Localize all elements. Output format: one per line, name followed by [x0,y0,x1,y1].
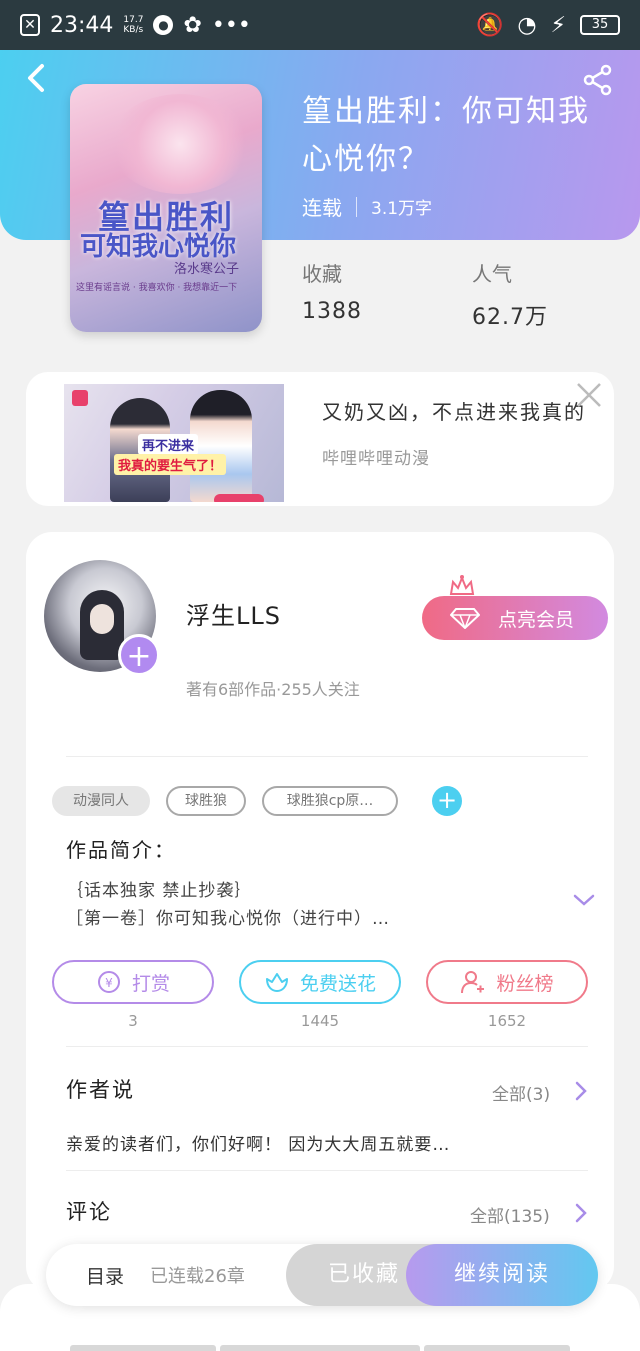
light-up-vip-button[interactable]: 点亮会员 [422,596,608,640]
home-indicator [424,1345,570,1351]
expand-chevron-icon[interactable] [572,890,596,910]
tip-count: 3 [128,1012,138,1030]
collect-stat: 收藏 1388 [302,262,362,324]
meta-divider [356,196,357,217]
tag-chip[interactable]: 动漫同人 [52,786,150,816]
cover-author: 洛水寒公子 [174,262,240,277]
intro-label: 作品简介： [66,838,176,862]
add-tag-button[interactable]: + [432,786,462,816]
follow-plus-button[interactable]: + [118,634,160,676]
cover-art [110,94,250,194]
ad-close-icon[interactable] [574,380,604,410]
status-time: 23:44 [50,12,114,38]
ad-image-button [214,494,264,502]
comments-title: 评论 [66,1200,112,1224]
wifi-icon: ◔ [517,12,537,38]
book-title: 篁出胜利：你可知我心悦你？ [302,94,590,177]
book-status: 连载 [302,196,342,220]
flower-icon [264,969,290,995]
svg-text:¥: ¥ [105,976,113,990]
author-say-all-link[interactable]: 全部(3) [492,1080,550,1105]
diamond-icon [449,607,481,631]
app-notify-icon: ● [153,15,174,35]
toc-button[interactable]: 目录 [86,1262,124,1289]
ad-app-logo-icon [72,390,88,406]
battery-icon: 35 [580,15,620,35]
home-indicator [70,1345,216,1351]
tag-chip[interactable]: 球胜狼cp原… [262,786,398,816]
charging-icon: ⚡ [550,12,566,38]
ad-figure [190,390,252,502]
ad-image-text: 我真的要生气了！ [114,454,227,475]
divider [66,1046,588,1047]
intro-line: ｛话本独家 禁止抄袭｝ [66,881,253,901]
book-cover[interactable]: 篁出胜利 可知我心悦你 洛水寒公子 这里有谣言说 · 我喜欢你 · 我想靠近一下 [70,84,262,332]
more-dots-icon: ••• [211,12,251,38]
ad-image-text: 再不进来 [138,434,199,455]
author-say-preview[interactable]: 亲爱的读者们，你们好啊！ 因为大大周五就要… [66,1130,450,1155]
author-info: 著有6部作品·255人关注 [186,680,360,699]
divider [66,1170,588,1171]
book-meta: 连载 3.1万字 [302,192,432,221]
mute-bell-icon: 🔕 [475,12,504,38]
crown-icon [448,574,476,598]
status-bar: ✕ 23:44 17.7 KB/s ● ✿ ••• 🔕 ◔ ⚡ 35 [0,0,640,50]
tip-button[interactable]: ¥ 打赏 [52,960,214,1004]
net-speed: 17.7 KB/s [123,15,144,35]
notification-x-icon: ✕ [20,14,40,36]
ad-source: 哔哩哔哩动漫 [322,449,430,469]
vip-button-label: 点亮会员 [498,608,575,631]
yen-icon: ¥ [96,969,122,995]
word-count: 3.1万字 [371,199,433,219]
popularity-stat: 人气 62.7万 [472,262,548,330]
chevron-right-icon[interactable] [574,1202,588,1224]
fan-rank-button[interactable]: 粉丝榜 [426,960,588,1004]
chevron-right-icon[interactable] [574,1080,588,1102]
chapter-count: 已连载26章 [150,1266,245,1287]
ad-image[interactable]: 再不进来 我真的要生气了！ [64,384,284,502]
ad-headline: 又奶又凶，不点进来我真的 [322,400,586,424]
author-say-title: 作者说 [66,1078,135,1102]
fan-count: 1652 [487,1012,527,1030]
back-arrow-icon[interactable] [22,60,50,96]
send-flower-button[interactable]: 免费送花 [239,960,401,1004]
fan-icon: ✿ [183,12,202,38]
intro-line: ［第一卷］你可知我心悦你（进行中）… [66,909,390,929]
home-indicator [220,1345,420,1351]
user-icon [460,969,486,995]
cover-tagline: 这里有谣言说 · 我喜欢你 · 我想靠近一下 [76,283,238,293]
flower-count: 1445 [300,1012,340,1030]
ad-banner[interactable]: 再不进来 我真的要生气了！ 又奶又凶，不点进来我真的 哔哩哔哩动漫 [26,372,614,506]
author-name[interactable]: 浮生LLS [186,596,281,631]
comments-all-link[interactable]: 全部(135) [470,1202,550,1227]
divider [66,756,588,757]
continue-reading-button[interactable]: 继续阅读 [406,1244,598,1306]
tag-chip[interactable]: 球胜狼 [166,786,246,816]
